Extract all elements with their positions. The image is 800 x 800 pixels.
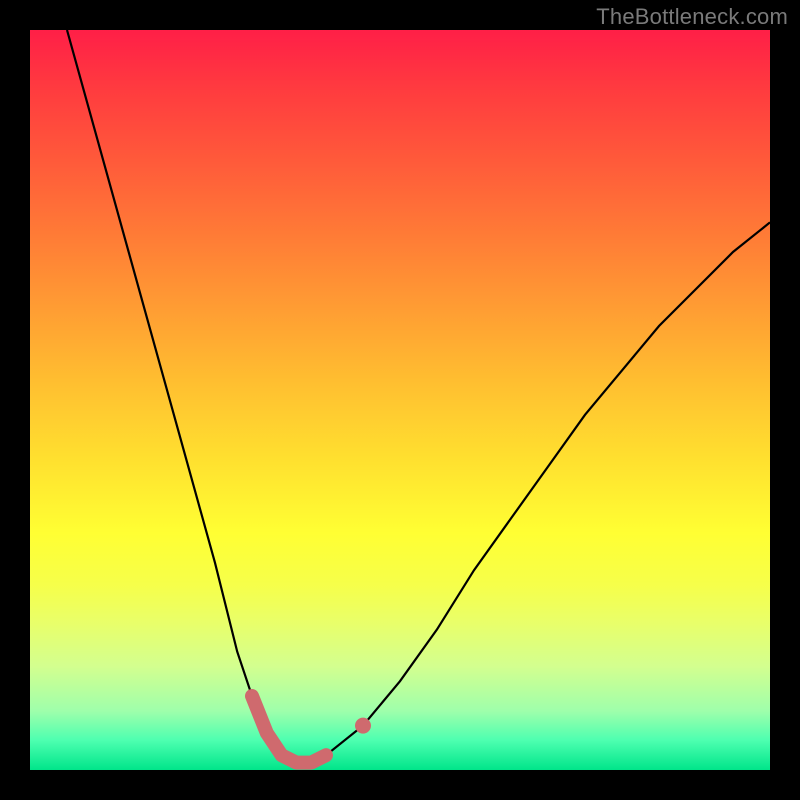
bottleneck-curve	[67, 30, 770, 763]
plot-area	[30, 30, 770, 770]
curve-svg	[30, 30, 770, 770]
watermark-text: TheBottleneck.com	[596, 4, 788, 30]
optimal-range-dot	[355, 718, 371, 734]
chart-frame: TheBottleneck.com	[0, 0, 800, 800]
optimal-range-marker	[252, 696, 326, 763]
